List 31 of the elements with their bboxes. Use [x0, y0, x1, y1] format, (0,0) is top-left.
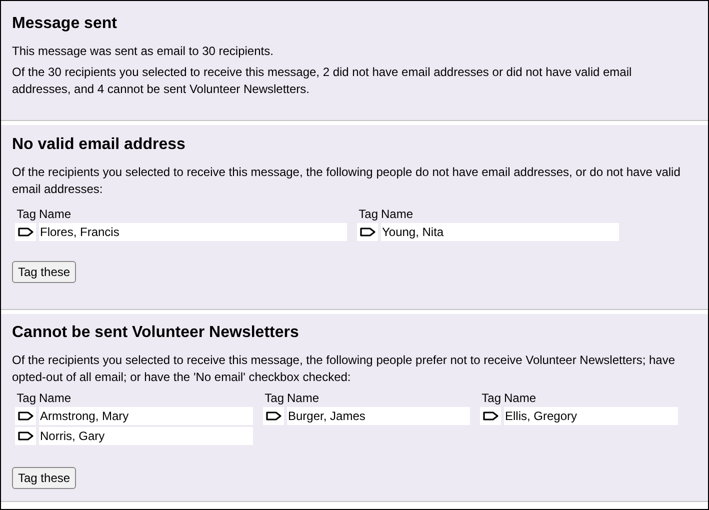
column-header: Name	[504, 390, 536, 406]
column-header: Name	[39, 206, 72, 222]
name-cell: Young, Nita	[381, 223, 619, 241]
tag-icon[interactable]	[18, 227, 34, 237]
name-cell: Flores, Francis	[39, 223, 347, 241]
name-cell: Burger, James	[287, 407, 470, 425]
section-title: No valid email address	[12, 135, 186, 155]
message-text: Of the recipients you selected to receive this message, the following people do not have email addresses, or do not have valid email addresses:	[12, 164, 682, 198]
column-header: Tag	[480, 390, 501, 406]
tag-icon[interactable]	[18, 411, 34, 421]
column-header: Name	[381, 206, 414, 222]
message-text: Of the recipients you selected to receive this message, the following people prefer not to receive Volunteer Newsletters; have opted-out of all email; or have the 'No email' checkbox checked:	[12, 352, 676, 386]
section-title: Message sent	[12, 14, 118, 34]
column-header: Tag	[264, 390, 284, 406]
tag-icon[interactable]	[360, 227, 376, 237]
column-header: Tag	[358, 206, 378, 222]
column-header: Name	[287, 390, 320, 406]
tag-these-button[interactable]: Tag these	[12, 467, 76, 489]
message-text: This message was sent as email to 30 recipients.	[12, 43, 274, 60]
name-cell: Norris, Gary	[39, 427, 253, 445]
column-header: Tag	[16, 390, 36, 406]
name-cell: Armstrong, Mary	[39, 407, 253, 425]
tag-icon[interactable]	[482, 411, 498, 421]
message-text: Of the 30 recipients you selected to receive this message, 2 did not have email addresses or did not have valid email addresses, and 4 cannot be sent Volunteer Newsletters.	[12, 64, 633, 98]
tag-icon[interactable]	[266, 411, 282, 421]
tag-icon[interactable]	[18, 431, 34, 441]
column-header: Name	[39, 390, 72, 406]
name-cell: Ellis, Gregory	[504, 407, 678, 425]
section-title: Cannot be sent Volunteer Newsletters	[12, 323, 300, 343]
tag-these-button[interactable]: Tag these	[12, 261, 76, 283]
column-header: Tag	[16, 206, 36, 222]
